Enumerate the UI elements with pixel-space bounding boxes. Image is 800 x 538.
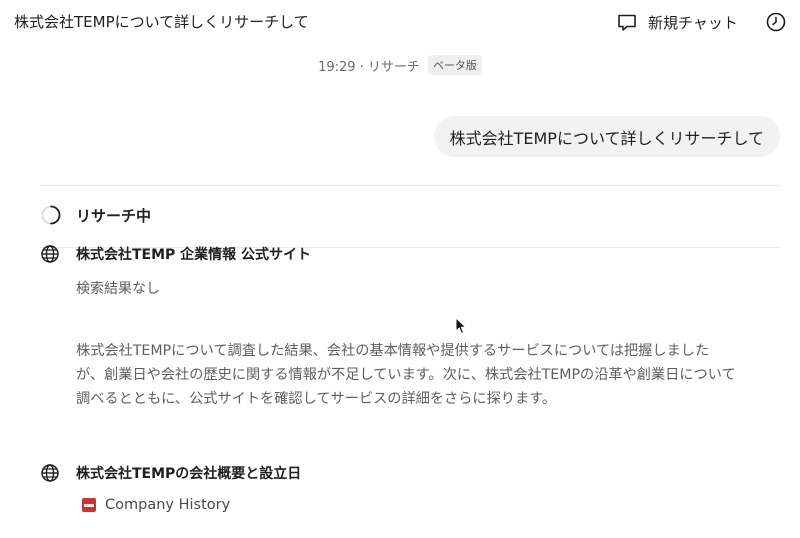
source-favicon-icon: [82, 498, 96, 512]
source-label: Company History: [105, 497, 231, 513]
research-step: 株式会社TEMP 企業情報 公式サイト: [40, 244, 311, 264]
history-icon[interactable]: [765, 11, 787, 33]
research-step: 株式会社TEMPの会社概要と設立日: [40, 463, 301, 483]
research-step-title: 株式会社TEMP 企業情報 公式サイト: [76, 247, 312, 263]
chat-page: 株式会社TEMPについて詳しくリサーチして 新規チャット 19:29 · リサー…: [0, 0, 800, 538]
new-chat-label: 新規チャット: [648, 13, 738, 32]
timestamp-mode: 19:29 · リサーチ: [318, 59, 420, 75]
research-step-title: 株式会社TEMPの会社概要と設立日: [76, 466, 302, 482]
new-chat-button[interactable]: 新規チャット: [616, 9, 738, 35]
message-meta: 19:29 · リサーチ ベータ版: [0, 55, 800, 75]
loading-spinner-icon: [41, 205, 61, 225]
globe-icon: [41, 464, 59, 482]
research-status-label: リサーチ中: [76, 206, 152, 225]
research-status[interactable]: リサーチ中: [40, 203, 151, 227]
beta-badge: ベータ版: [427, 55, 482, 75]
divider: [40, 185, 780, 186]
new-chat-icon: [618, 14, 636, 31]
mouse-cursor-icon: [455, 317, 467, 334]
source-link[interactable]: Company History: [82, 497, 230, 513]
globe-icon: [41, 245, 59, 263]
chat-title[interactable]: 株式会社TEMPについて詳しくリサーチして: [14, 11, 309, 32]
research-thinking-text: 株式会社TEMPについて調査した結果、会社の基本情報や提供するサービスについては…: [76, 343, 736, 407]
search-result-status: 検索結果なし: [76, 281, 160, 297]
user-message-bubble: 株式会社TEMPについて詳しくリサーチして: [433, 116, 780, 157]
